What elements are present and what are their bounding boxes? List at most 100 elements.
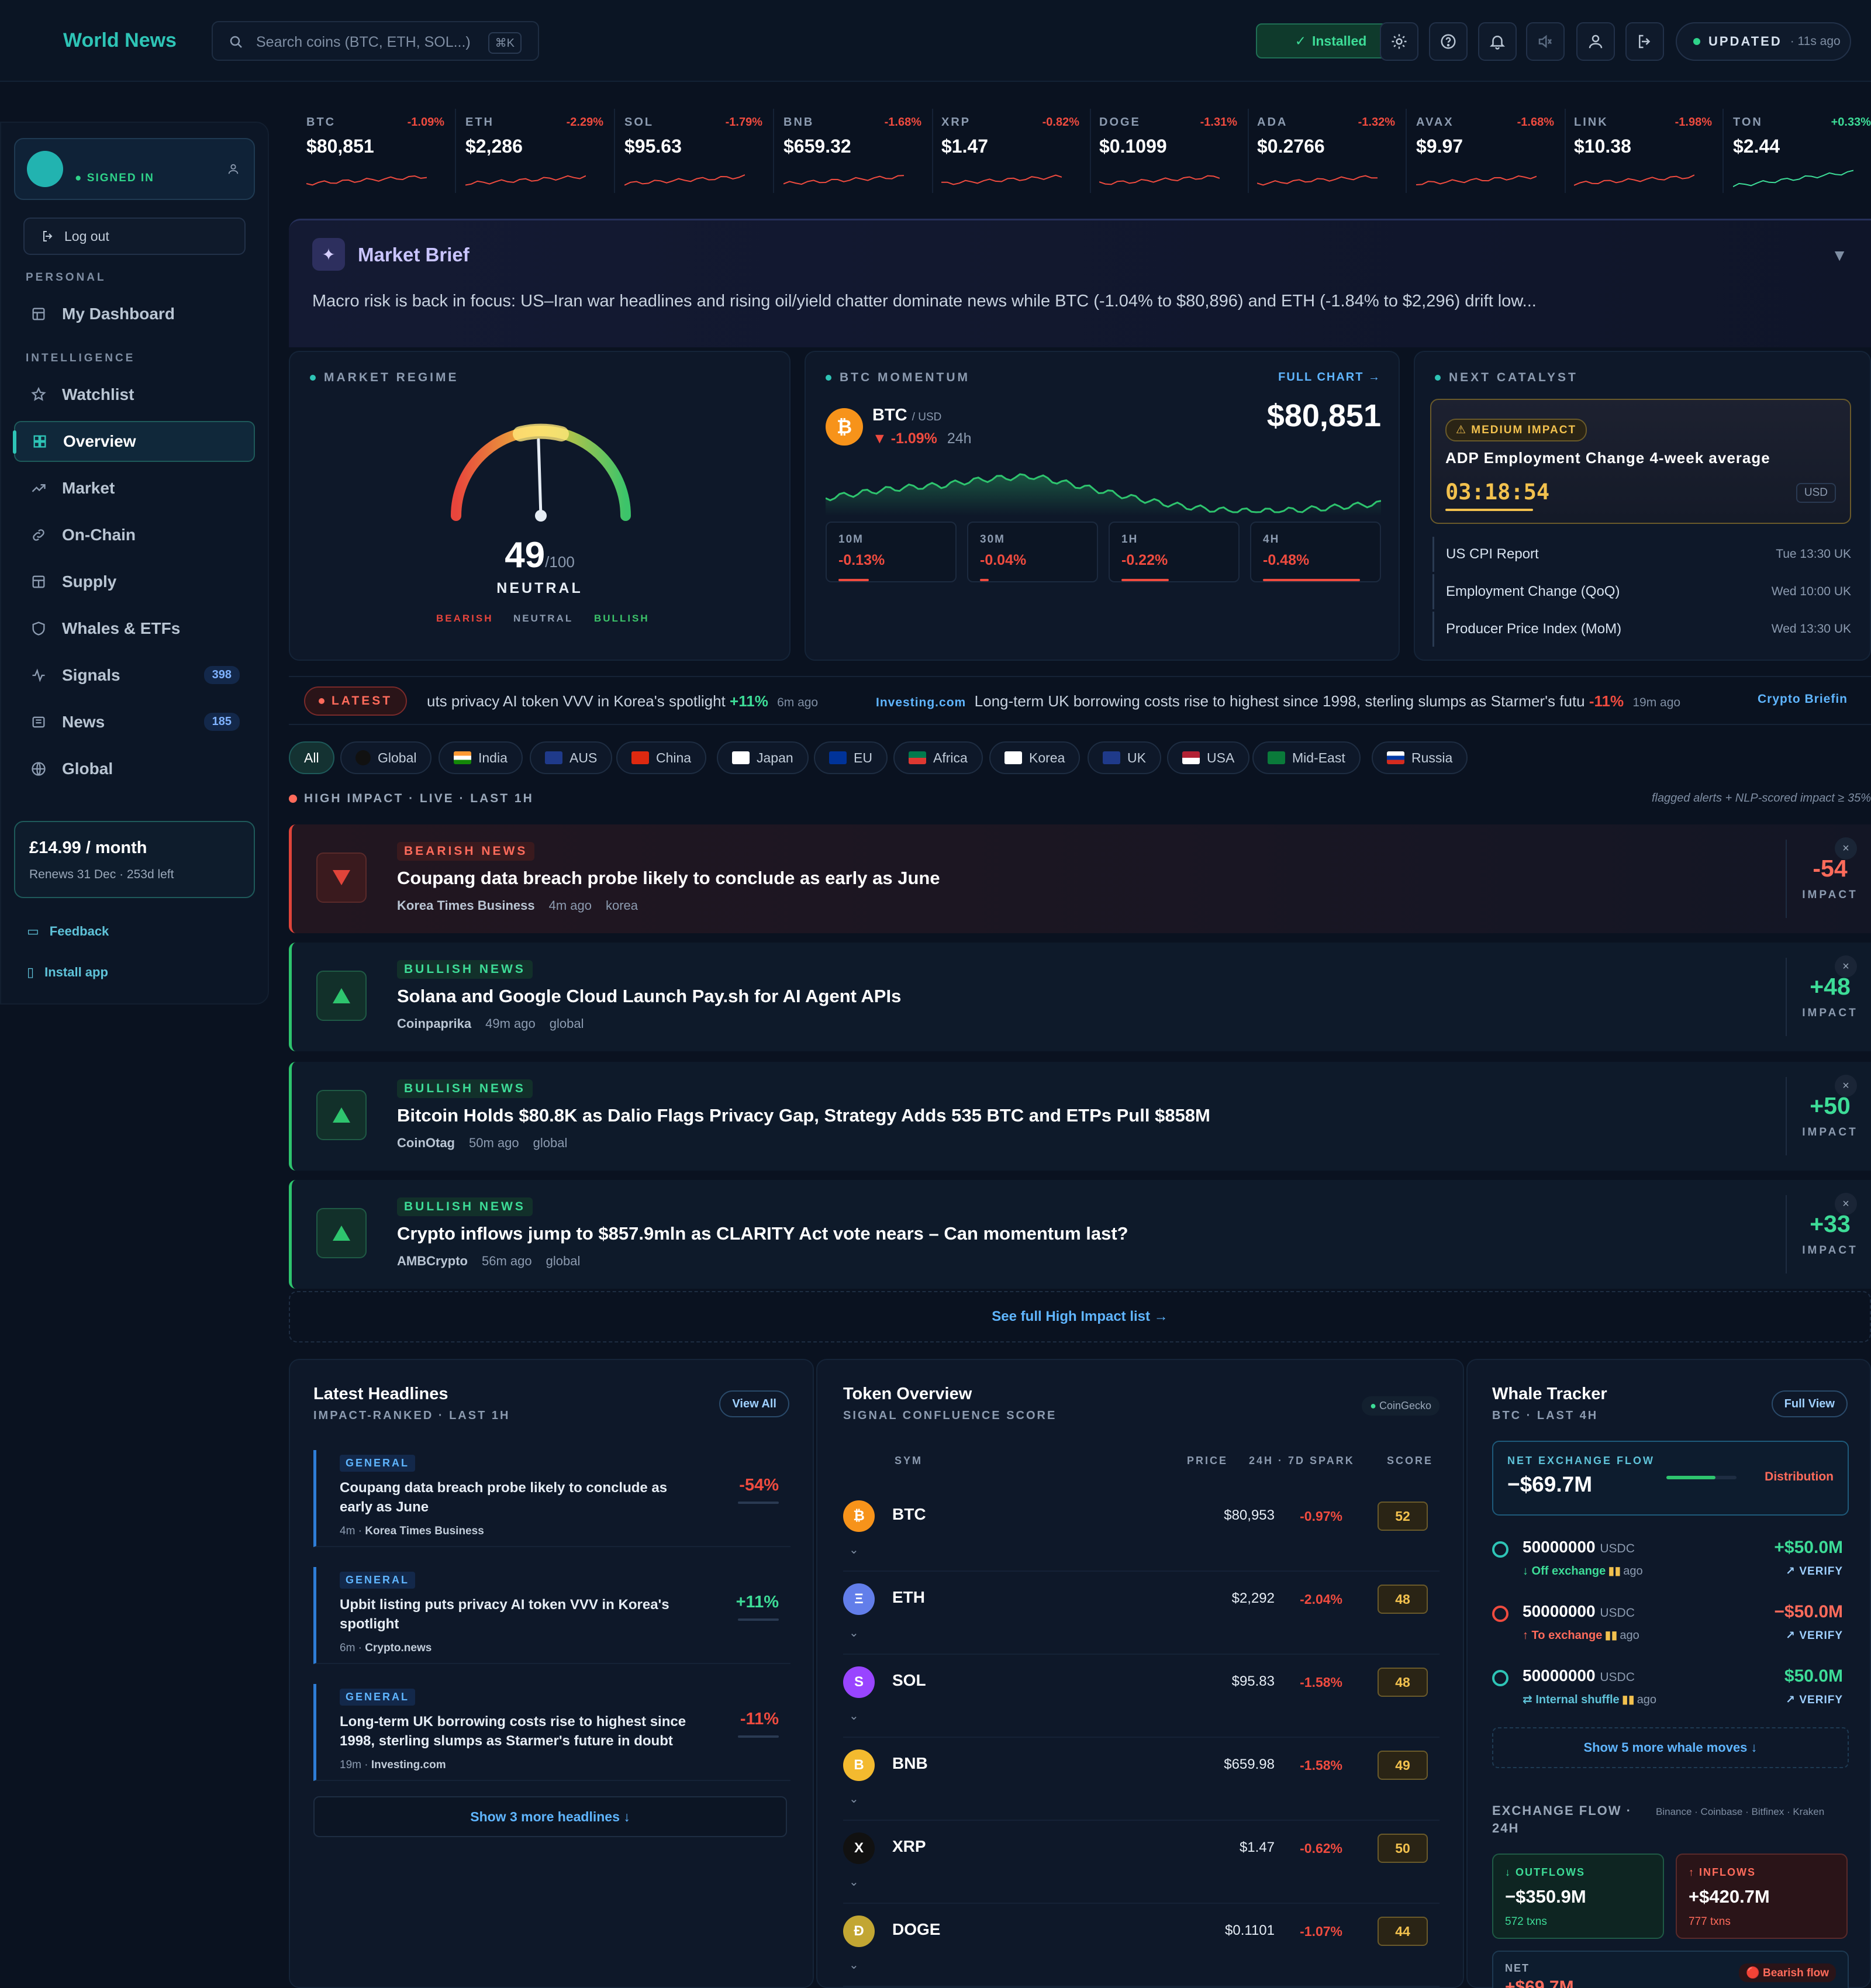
see-high-impact-button[interactable]: See full High Impact list → bbox=[289, 1291, 1871, 1342]
region-chip-japan[interactable]: Japan bbox=[717, 741, 809, 774]
high-impact-item[interactable]: BULLISH NEWS Bitcoin Holds $80.8K as Dali… bbox=[289, 1062, 1871, 1171]
view-all-button[interactable]: View All bbox=[719, 1390, 789, 1417]
show-more-headlines-button[interactable]: Show 3 more headlines ↓ bbox=[313, 1796, 787, 1837]
catalyst-row[interactable]: Producer Price Index (MoM) Wed 13:30 UK bbox=[1432, 612, 1851, 647]
ticker-ton[interactable]: TON +0.33% $2.44 bbox=[1733, 110, 1871, 198]
headline-title[interactable]: Long-term UK borrowing costs rise to hig… bbox=[340, 1712, 691, 1751]
whale-move[interactable]: 50000000 USDC ↓ Off exchange ▮▮ ago +$50.0M ↗… bbox=[1492, 1533, 1849, 1592]
region-chip-aus[interactable]: AUS bbox=[530, 741, 613, 774]
chevron-down-icon[interactable]: ⌄ bbox=[849, 1709, 859, 1723]
region-chip-eu[interactable]: EU bbox=[814, 741, 888, 774]
region-chip-uk[interactable]: UK bbox=[1088, 741, 1161, 774]
chevron-down-icon[interactable]: ⌄ bbox=[849, 1875, 859, 1889]
ticker-doge[interactable]: DOGE -1.31% $0.1099 bbox=[1099, 110, 1237, 198]
avatar[interactable] bbox=[27, 151, 63, 187]
headline-title[interactable]: Coupang data breach probe likely to conc… bbox=[340, 1478, 691, 1517]
ticker-avax[interactable]: AVAX -1.68% $9.97 bbox=[1416, 110, 1554, 198]
ticker-item[interactable]: Crypto Briefin bbox=[1758, 692, 1848, 706]
sidebar-item-overview[interactable]: Overview bbox=[13, 421, 255, 462]
region-chip-mid-east[interactable]: Mid-East bbox=[1252, 741, 1361, 774]
ticker-item[interactable]: Investing.com Long-term UK borrowing cos… bbox=[876, 692, 1680, 710]
headline-item[interactable]: GENERAL Long-term UK borrowing costs rise… bbox=[313, 1684, 790, 1781]
brand-logo[interactable]: World News bbox=[63, 29, 177, 52]
chevron-down-icon[interactable]: ▼ bbox=[1831, 246, 1848, 265]
region-chip-global[interactable]: Global bbox=[340, 741, 432, 774]
sidebar-item-global[interactable]: Global bbox=[14, 748, 255, 789]
token-row-sol[interactable]: S SOL $95.83 -1.58% 48 ⌄ bbox=[843, 1655, 1440, 1738]
token-row-xrp[interactable]: X XRP $1.47 -0.62% 50 ⌄ bbox=[843, 1821, 1440, 1904]
whale-move[interactable]: 50000000 USDC ↑ To exchange ▮▮ ago −$50.0M ↗ … bbox=[1492, 1597, 1849, 1656]
headline-item[interactable]: GENERAL Upbit listing puts privacy AI tok… bbox=[313, 1567, 790, 1664]
high-impact-item[interactable]: BULLISH NEWS Crypto inflows jump to $857.… bbox=[289, 1180, 1871, 1289]
verify-link[interactable]: ↗ VERIFY bbox=[1786, 1565, 1843, 1578]
sidebar-item-market[interactable]: Market bbox=[14, 468, 255, 509]
headline-title[interactable]: Bitcoin Holds $80.8K as Dalio Flags Priv… bbox=[397, 1105, 1210, 1126]
install-app-link[interactable]: ▯ Install app bbox=[27, 965, 108, 980]
sidebar-item-signals[interactable]: Signals 398 bbox=[14, 655, 255, 696]
net2-tag: 🔴 Bearish flow bbox=[1739, 1963, 1836, 1982]
full-chart-link[interactable]: FULL CHART → bbox=[1278, 371, 1381, 384]
region-chip-china[interactable]: China bbox=[616, 741, 707, 774]
region-chip-india[interactable]: India bbox=[439, 741, 523, 774]
token-row-eth[interactable]: Ξ ETH $2,292 -2.04% 48 ⌄ bbox=[843, 1572, 1440, 1655]
notifications-button[interactable] bbox=[1478, 22, 1517, 61]
search-box[interactable]: Search coins (BTC, ETH, SOL...) ⌘K bbox=[212, 21, 539, 61]
token-row-btc[interactable]: ₿ BTC $80,953 -0.97% 52 ⌄ bbox=[843, 1489, 1440, 1572]
ticker-link[interactable]: LINK -1.98% $10.38 bbox=[1574, 110, 1712, 198]
chevron-down-icon[interactable]: ⌄ bbox=[849, 1625, 859, 1640]
token-row-doge[interactable]: Ð DOGE $0.1101 -1.07% 44 ⌄ bbox=[843, 1904, 1440, 1987]
region-chip-russia[interactable]: Russia bbox=[1372, 741, 1468, 774]
catalyst-row[interactable]: US CPI Report Tue 13:30 UK bbox=[1432, 537, 1851, 572]
feedback-link[interactable]: ▭ Feedback bbox=[27, 924, 109, 939]
sound-button[interactable] bbox=[1526, 22, 1565, 61]
catalyst-highlight[interactable]: ⚠ MEDIUM IMPACT ADP Employment Change 4-… bbox=[1430, 399, 1851, 524]
full-view-button[interactable]: Full View bbox=[1771, 1390, 1848, 1417]
plan-card[interactable]: £14.99 / month Renews 31 Dec · 253d left bbox=[14, 821, 255, 898]
settings-button[interactable] bbox=[1380, 22, 1418, 61]
show-more-whales-button[interactable]: Show 5 more whale moves ↓ bbox=[1492, 1727, 1849, 1768]
help-button[interactable] bbox=[1429, 22, 1468, 61]
sidebar-item-whales-etfs[interactable]: Whales & ETFs bbox=[14, 608, 255, 649]
close-icon[interactable]: × bbox=[1835, 1075, 1857, 1097]
verify-link[interactable]: ↗ VERIFY bbox=[1786, 1693, 1843, 1707]
whale-direction: ↑ To exchange ▮▮ ago bbox=[1523, 1629, 1639, 1642]
headline-title[interactable]: Crypto inflows jump to $857.9mln as CLAR… bbox=[397, 1223, 1128, 1244]
market-brief[interactable]: ✦ Market Brief Macro risk is back in foc… bbox=[289, 219, 1871, 347]
headline-item[interactable]: GENERAL Coupang data breach probe likely … bbox=[313, 1450, 790, 1547]
chevron-down-icon[interactable]: ⌄ bbox=[849, 1958, 859, 1972]
trend-icon bbox=[32, 484, 46, 492]
headline-title[interactable]: Solana and Google Cloud Launch Pay.sh fo… bbox=[397, 986, 901, 1007]
catalyst-row[interactable]: Employment Change (QoQ) Wed 10:00 UK bbox=[1432, 574, 1851, 609]
ticker-bnb[interactable]: BNB -1.68% $659.32 bbox=[783, 110, 921, 198]
whale-move[interactable]: 50000000 USDC ⇄ Internal shuffle ▮▮ ago $50.… bbox=[1492, 1662, 1849, 1720]
chevron-down-icon[interactable]: ⌄ bbox=[849, 1792, 859, 1806]
close-icon[interactable]: × bbox=[1835, 955, 1857, 978]
ticker-xrp[interactable]: XRP -0.82% $1.47 bbox=[941, 110, 1079, 198]
sidebar-item-my-dashboard[interactable]: My Dashboard bbox=[14, 294, 255, 334]
sidebar-item-news[interactable]: News 185 bbox=[14, 702, 255, 743]
region-chip-usa[interactable]: USA bbox=[1167, 741, 1250, 774]
ticker-ada[interactable]: ADA -1.32% $0.2766 bbox=[1257, 110, 1395, 198]
region-chip-korea[interactable]: Korea bbox=[989, 741, 1081, 774]
ticker-item[interactable]: uts privacy AI token VVV in Korea's spot… bbox=[427, 692, 818, 710]
high-impact-item[interactable]: BEARISH NEWS Coupang data breach probe li… bbox=[289, 824, 1871, 933]
headline-title[interactable]: Upbit listing puts privacy AI token VVV … bbox=[340, 1595, 691, 1634]
ticker-eth[interactable]: ETH -2.29% $2,286 bbox=[465, 110, 603, 198]
logout-button[interactable]: Log out bbox=[23, 218, 246, 255]
ticker-btc[interactable]: BTC -1.09% $80,851 bbox=[306, 110, 444, 198]
profile-button[interactable] bbox=[1576, 22, 1615, 61]
sidebar-item-on-chain[interactable]: On-Chain bbox=[14, 515, 255, 555]
sidebar-item-supply[interactable]: Supply bbox=[14, 561, 255, 602]
close-icon[interactable]: × bbox=[1835, 837, 1857, 860]
region-chip-all[interactable]: All bbox=[289, 741, 334, 774]
token-row-bnb[interactable]: B BNB $659.98 -1.58% 49 ⌄ bbox=[843, 1738, 1440, 1821]
sidebar-item-watchlist[interactable]: Watchlist bbox=[14, 374, 255, 415]
region-chip-africa[interactable]: Africa bbox=[893, 741, 983, 774]
ticker-sol[interactable]: SOL -1.79% $95.63 bbox=[624, 110, 762, 198]
close-icon[interactable]: × bbox=[1835, 1193, 1857, 1215]
verify-link[interactable]: ↗ VERIFY bbox=[1786, 1629, 1843, 1642]
high-impact-item[interactable]: BULLISH NEWS Solana and Google Cloud Laun… bbox=[289, 943, 1871, 1051]
chevron-down-icon[interactable]: ⌄ bbox=[849, 1542, 859, 1557]
headline-title[interactable]: Coupang data breach probe likely to conc… bbox=[397, 868, 940, 889]
signout-button[interactable] bbox=[1625, 22, 1664, 61]
